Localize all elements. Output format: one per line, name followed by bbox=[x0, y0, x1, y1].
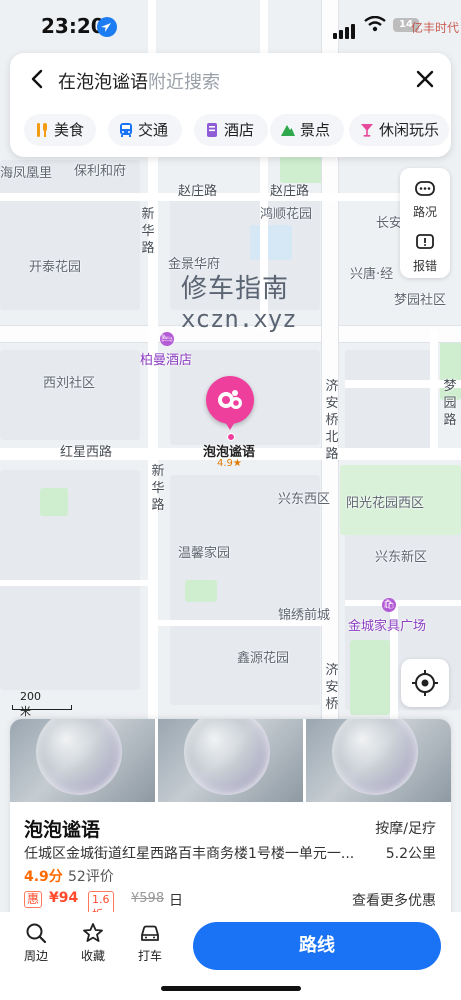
map-label: 海凤凰里 bbox=[0, 166, 53, 181]
map-label: 长安 bbox=[376, 216, 403, 231]
map-label: 济安桥北路 bbox=[325, 379, 339, 462]
deal-price: ¥94 bbox=[49, 890, 79, 906]
report-icon bbox=[416, 234, 434, 249]
map-label: 西刘社区 bbox=[43, 376, 96, 391]
poi-address: 任城区金城街道红星西路百丰商务楼1号楼一单元一... bbox=[24, 846, 354, 862]
poi-score: 4.9分 bbox=[24, 869, 63, 885]
map-label: 赵庄路 bbox=[270, 184, 310, 199]
taxi-button[interactable]: 打车 bbox=[128, 922, 172, 964]
shop-poi-icon[interactable]: 🛍 bbox=[382, 598, 396, 612]
poi-photos[interactable] bbox=[10, 719, 451, 802]
map-label: 金城家具广场 bbox=[348, 619, 427, 634]
map-tools-panel: 路况 报错 bbox=[400, 168, 450, 278]
cellular-signal-icon bbox=[333, 20, 357, 39]
taxi-label: 打车 bbox=[137, 949, 162, 963]
nearby-label: 周边 bbox=[23, 949, 48, 963]
search-icon bbox=[26, 923, 47, 944]
poi-photo[interactable] bbox=[10, 719, 155, 802]
chip-leisure[interactable]: 休闲玩乐 bbox=[349, 114, 449, 146]
poi-name: 泡泡谧语 bbox=[24, 819, 101, 841]
star-icon bbox=[83, 923, 103, 942]
hotel-poi-icon[interactable]: 🛏 bbox=[160, 332, 174, 346]
bus-icon bbox=[120, 123, 132, 137]
poi-photo[interactable] bbox=[306, 719, 451, 802]
search-hint: 附近搜索 bbox=[148, 72, 220, 93]
back-icon[interactable] bbox=[26, 67, 50, 91]
traffic-label: 路况 bbox=[412, 205, 437, 219]
chip-label: 交通 bbox=[138, 121, 169, 139]
map-label: 新华路 bbox=[141, 207, 155, 256]
car-icon bbox=[141, 925, 159, 941]
poi-distance: 5.2公里 bbox=[385, 846, 436, 862]
bubble-icon bbox=[218, 390, 242, 409]
report-label: 报错 bbox=[412, 259, 437, 273]
chip-sights[interactable]: 景点 bbox=[270, 114, 344, 146]
map-label: 赵庄路 bbox=[178, 184, 218, 199]
map-label: 开泰花园 bbox=[29, 260, 82, 275]
chip-label: 酒店 bbox=[224, 121, 255, 139]
route-button[interactable]: 路线 bbox=[193, 922, 441, 970]
chip-label: 景点 bbox=[300, 121, 331, 139]
map-label: 兴东新区 bbox=[375, 550, 428, 565]
map-label: 锦绣前城 bbox=[278, 608, 331, 623]
map-label: 梦园路 bbox=[443, 379, 457, 428]
poi-photo[interactable] bbox=[158, 719, 303, 802]
pin-rating: 4.9★ bbox=[217, 458, 242, 469]
crosshair-icon bbox=[412, 670, 438, 696]
search-input[interactable]: 在泡泡谧语附近搜索 bbox=[58, 68, 220, 94]
map-label: 保利和府 bbox=[74, 164, 127, 179]
map-label: 阳光花园西区 bbox=[346, 496, 425, 511]
carrier-text: 亿丰时代 bbox=[411, 21, 460, 35]
traffic-button[interactable]: 路况 bbox=[400, 170, 450, 222]
nearby-button[interactable]: 周边 bbox=[14, 922, 58, 964]
hotel-icon bbox=[207, 123, 217, 137]
favorite-label: 收藏 bbox=[80, 949, 105, 963]
map-label: 兴东西区 bbox=[278, 492, 331, 507]
chip-transit[interactable]: 交通 bbox=[108, 114, 182, 146]
map-label: 红星西路 bbox=[60, 445, 113, 460]
traffic-icon bbox=[415, 181, 435, 196]
chip-food[interactable]: 美食 bbox=[24, 114, 96, 146]
search-scope: 在泡泡谧语 bbox=[58, 72, 148, 93]
cocktail-icon bbox=[361, 124, 373, 137]
deal-original-price: ¥598 bbox=[131, 891, 165, 906]
poi-category: 按摩/足疗 bbox=[375, 821, 436, 837]
status-time: 23:20 bbox=[41, 14, 105, 38]
location-services-icon bbox=[97, 17, 117, 37]
watermark-title: 修车指南 bbox=[181, 274, 290, 304]
chip-label: 美食 bbox=[54, 121, 85, 139]
deal-badge: 惠 bbox=[24, 891, 43, 908]
home-indicator[interactable] bbox=[161, 986, 301, 991]
pin-anchor bbox=[227, 433, 235, 441]
scale-line bbox=[12, 705, 72, 710]
location-pin[interactable] bbox=[206, 376, 254, 430]
map-label: 梦园社区 bbox=[394, 293, 447, 308]
chip-hotel[interactable]: 酒店 bbox=[194, 114, 268, 146]
report-button[interactable]: 报错 bbox=[400, 224, 450, 276]
poi-reviews-link[interactable]: 52评价 bbox=[68, 866, 114, 886]
chip-label: 休闲玩乐 bbox=[379, 121, 440, 139]
map-label: 鑫源花园 bbox=[237, 651, 290, 666]
status-bar: 23:20 14 亿丰时代 bbox=[0, 0, 461, 48]
map-label: 济安桥 bbox=[325, 663, 339, 712]
map-label: 新华路 bbox=[151, 464, 165, 513]
poi-card[interactable]: 泡泡谧语 按摩/足疗 任城区金城街道红星西路百丰商务楼1号楼一单元一... 5.… bbox=[10, 719, 451, 919]
map-label: 兴唐·经 bbox=[350, 267, 394, 282]
search-card: 在泡泡谧语附近搜索 美食 交通 酒店 景点 休闲玩乐 bbox=[10, 53, 451, 157]
more-deals-link[interactable]: 查看更多优惠 bbox=[352, 890, 436, 910]
mountain-icon bbox=[281, 125, 295, 136]
map-label: 柏曼酒店 bbox=[140, 353, 193, 368]
locate-me-button[interactable] bbox=[401, 659, 449, 707]
fork-knife-icon bbox=[37, 123, 47, 137]
watermark: 修车指南 xczn.xyz bbox=[181, 268, 297, 333]
wifi-icon bbox=[364, 16, 386, 32]
map-label: 鸿顺花园 bbox=[260, 207, 313, 222]
favorite-button[interactable]: 收藏 bbox=[71, 922, 115, 964]
map-label: 温馨家园 bbox=[178, 546, 231, 561]
close-icon[interactable] bbox=[413, 67, 437, 91]
watermark-url: xczn.xyz bbox=[181, 305, 297, 333]
